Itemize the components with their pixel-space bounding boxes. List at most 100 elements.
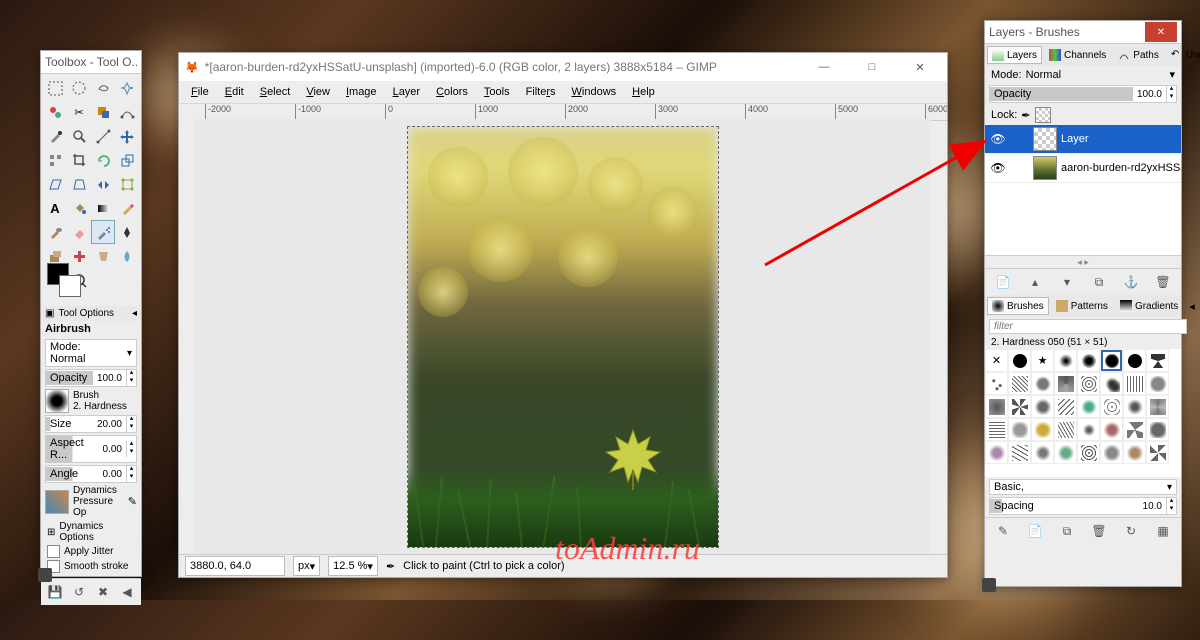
size-slider[interactable]: Size20.00▴▾ (45, 415, 137, 433)
tab-menu-icon[interactable]: ◂ (1185, 300, 1199, 313)
brush-cell[interactable] (1146, 372, 1169, 395)
brush-cell[interactable] (1077, 349, 1100, 372)
brush-cell[interactable] (1077, 395, 1100, 418)
duplicate-layer-icon[interactable]: ⧉ (1090, 273, 1108, 291)
brush-cell[interactable]: ✕ (985, 349, 1008, 372)
duplicate-brush-icon[interactable]: ⧉ (1058, 522, 1076, 540)
tab-channels[interactable]: Channels (1044, 46, 1111, 64)
delete-brush-icon[interactable]: 🗑 (1090, 522, 1108, 540)
mode-select[interactable]: Mode: Normal▾ (45, 339, 137, 367)
reset-icon[interactable]: ◀ (118, 583, 136, 601)
menu-file[interactable]: File (183, 84, 217, 100)
color-picker-tool[interactable] (43, 124, 67, 148)
new-layer-icon[interactable]: 📄 (994, 273, 1012, 291)
brush-cell[interactable] (1100, 372, 1123, 395)
brush-cell[interactable] (1123, 349, 1146, 372)
paths-tool[interactable] (115, 100, 139, 124)
brush-cell[interactable] (1031, 372, 1054, 395)
heal-tool[interactable] (67, 244, 91, 268)
menu-help[interactable]: Help (624, 84, 663, 100)
brush-cell[interactable] (1100, 395, 1123, 418)
brush-cell[interactable] (1123, 372, 1146, 395)
brush-cell[interactable] (1008, 441, 1031, 464)
tab-paths[interactable]: Paths (1113, 46, 1164, 64)
brush-cell[interactable] (1100, 441, 1123, 464)
brush-cell[interactable] (1031, 441, 1054, 464)
brush-cell[interactable] (1054, 349, 1077, 372)
brush-cell[interactable] (1008, 349, 1031, 372)
brush-cell[interactable] (985, 441, 1008, 464)
airbrush-tool[interactable] (91, 220, 115, 244)
brush-cell[interactable] (1146, 441, 1169, 464)
tab-patterns[interactable]: Patterns (1051, 297, 1113, 315)
menu-image[interactable]: Image (338, 84, 385, 100)
layer-row-1[interactable]: 👁 aaron-burden-rd2yxHSSatU-unspla (985, 154, 1181, 183)
foreground-select-tool[interactable] (91, 100, 115, 124)
blend-tool[interactable] (91, 196, 115, 220)
brush-cell[interactable] (1146, 418, 1169, 441)
scissors-tool[interactable]: ✂ (67, 100, 91, 124)
zoom-tool[interactable] (67, 124, 91, 148)
measure-tool[interactable] (91, 124, 115, 148)
brush-cell[interactable] (1100, 418, 1123, 441)
layers-close-button[interactable]: ✕ (1145, 22, 1177, 42)
move-tool[interactable] (115, 124, 139, 148)
restore-preset-icon[interactable]: ↺ (70, 583, 88, 601)
dynamics-options-expand[interactable]: ⊞Dynamics Options (41, 520, 141, 544)
zoom-select[interactable]: 12.5 % ▾ (328, 556, 378, 576)
brush-preset-select[interactable]: Basic,▾ (989, 479, 1177, 495)
brush-cell[interactable] (1031, 418, 1054, 441)
layers-titlebar[interactable]: Layers - Brushes ✕ (985, 21, 1181, 44)
scale-tool[interactable] (115, 148, 139, 172)
menu-filters[interactable]: Filters (518, 84, 564, 100)
free-select-tool[interactable] (91, 76, 115, 100)
select-by-color-tool[interactable] (43, 100, 67, 124)
background-color-swatch[interactable] (59, 275, 81, 297)
menu-windows[interactable]: Windows (564, 84, 625, 100)
layer-row-0[interactable]: 👁 Layer (985, 125, 1181, 154)
smooth-stroke-checkbox[interactable]: Smooth stroke (41, 559, 141, 574)
flip-tool[interactable] (91, 172, 115, 196)
brush-cell[interactable] (1123, 418, 1146, 441)
paintbrush-tool[interactable] (43, 220, 67, 244)
tab-layers[interactable]: Layers (987, 46, 1042, 64)
unit-select[interactable]: px ▾ (293, 556, 320, 576)
brush-cell[interactable] (1077, 418, 1100, 441)
spacing-slider[interactable]: Spacing10.0▴▾ (989, 497, 1177, 515)
brush-cell[interactable] (985, 372, 1008, 395)
anchor-layer-icon[interactable]: ⚓ (1122, 273, 1140, 291)
lower-layer-icon[interactable]: ▾ (1058, 273, 1076, 291)
minimize-button[interactable]: — (803, 53, 845, 81)
brush-cell[interactable] (985, 418, 1008, 441)
brush-cell[interactable] (1008, 418, 1031, 441)
vertical-ruler[interactable] (179, 119, 196, 555)
delete-preset-icon[interactable]: ✖ (94, 583, 112, 601)
brush-cell[interactable] (1077, 372, 1100, 395)
menu-layer[interactable]: Layer (385, 84, 429, 100)
pencil-tool[interactable] (115, 196, 139, 220)
shear-tool[interactable] (43, 172, 67, 196)
opacity-slider[interactable]: Opacity100.0▴▾ (45, 369, 137, 387)
tab-gradients[interactable]: Gradients (1115, 297, 1183, 315)
brush-cell[interactable] (1146, 349, 1169, 372)
brush-cell[interactable] (1008, 395, 1031, 418)
perspective-tool[interactable] (67, 172, 91, 196)
h-scrollbar[interactable]: ◂ ▸ (985, 255, 1181, 268)
text-tool[interactable]: A (43, 196, 67, 220)
ellipse-select-tool[interactable] (67, 76, 91, 100)
brush-cell[interactable] (1054, 418, 1077, 441)
menu-colors[interactable]: Colors (428, 84, 476, 100)
blur-tool[interactable] (115, 244, 139, 268)
brush-cell[interactable] (985, 395, 1008, 418)
brush-cell[interactable] (1054, 372, 1077, 395)
brush-cell[interactable] (1054, 395, 1077, 418)
eraser-tool[interactable] (67, 220, 91, 244)
brush-picker[interactable]: Brush2. Hardness (45, 389, 137, 413)
toolbox-resize-grip[interactable] (38, 568, 52, 582)
brush-cell[interactable] (1123, 441, 1146, 464)
apply-jitter-checkbox[interactable]: Apply Jitter (41, 544, 141, 559)
bucket-fill-tool[interactable] (67, 196, 91, 220)
brush-cell[interactable] (1054, 441, 1077, 464)
open-brush-as-image-icon[interactable]: ▦ (1154, 522, 1172, 540)
brush-cell[interactable] (1031, 395, 1054, 418)
